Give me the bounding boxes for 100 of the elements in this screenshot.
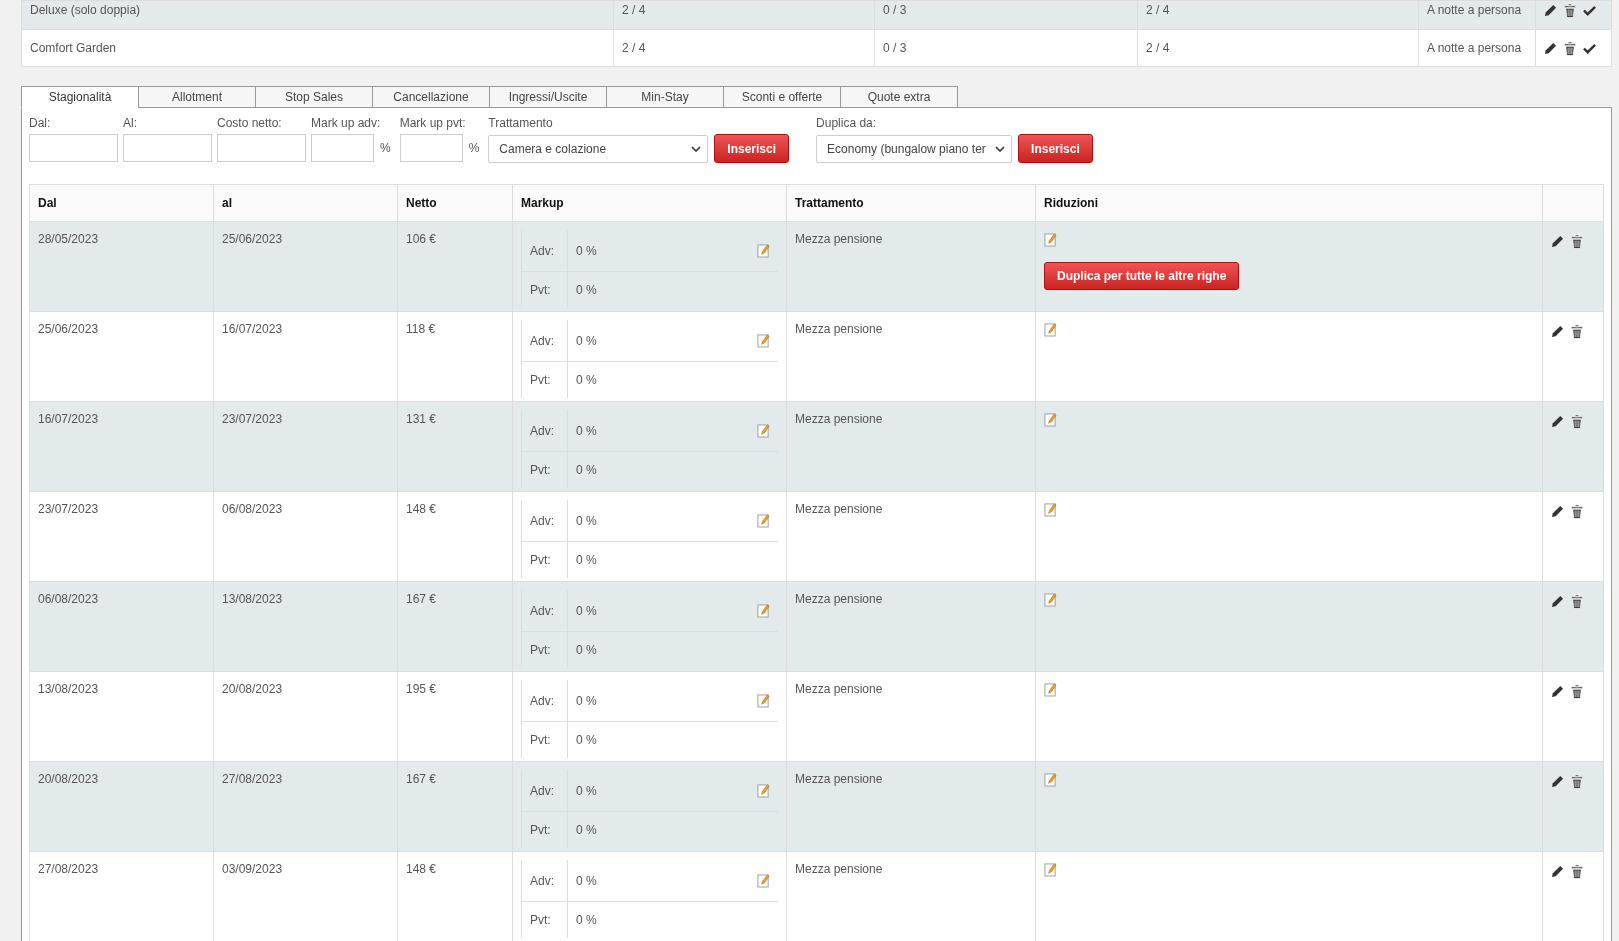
field-label: Trattamento (488, 116, 554, 130)
markup-value: 0 % (575, 423, 598, 438)
markup-label: Pvt: (522, 272, 568, 308)
table-cell: 0 / 3 (883, 3, 907, 17)
markup-value: 0 % (575, 913, 598, 927)
treatment-cell: Mezza pensione (795, 592, 883, 606)
field-label: Mark up pvt: (399, 116, 467, 130)
date-cell: 06/08/2023 (222, 502, 283, 516)
input-field[interactable] (399, 134, 463, 162)
chevron-down-icon (995, 145, 1006, 152)
trash-icon[interactable] (1570, 234, 1584, 250)
pricing-cell: A notte a persona (1427, 41, 1522, 55)
pencil-icon[interactable] (1551, 325, 1564, 339)
check-icon[interactable] (1583, 4, 1596, 18)
markup-value: 0 % (575, 513, 598, 528)
edit-note-icon[interactable] (1044, 322, 1057, 337)
table-cell: 2 / 4 (1146, 3, 1170, 17)
pencil-icon[interactable] (1551, 685, 1564, 699)
edit-note-icon[interactable] (757, 513, 770, 528)
trash-icon[interactable] (1570, 774, 1584, 790)
edit-note-icon[interactable] (757, 603, 770, 618)
price-cell: 148 € (406, 862, 437, 876)
tab[interactable]: Min-Stay (606, 86, 724, 108)
input-field[interactable] (217, 134, 306, 162)
chevron-down-icon (691, 145, 702, 152)
edit-note-icon[interactable] (1044, 682, 1057, 697)
markup-value: 0 % (575, 643, 598, 657)
edit-note-icon[interactable] (757, 243, 770, 258)
edit-note-icon[interactable] (1044, 502, 1057, 517)
trash-icon[interactable] (1563, 40, 1577, 56)
room-name: Deluxe (solo doppia) (30, 3, 141, 17)
date-cell: 20/08/2023 (222, 682, 283, 696)
trash-icon[interactable] (1570, 594, 1584, 610)
markup-value: 0 % (575, 693, 598, 708)
pencil-icon[interactable] (1551, 505, 1564, 519)
edit-note-icon[interactable] (1044, 232, 1057, 247)
table-cell: 0 / 3 (883, 41, 907, 55)
pencil-icon[interactable] (1551, 775, 1564, 789)
pencil-icon[interactable] (1551, 235, 1564, 249)
column-header: Markup (521, 196, 564, 210)
edit-note-icon[interactable] (1044, 772, 1057, 787)
treatment-dropdown[interactable]: Camera e colazione (488, 134, 709, 163)
treatment-cell: Mezza pensione (795, 412, 883, 426)
markup-value: 0 % (575, 373, 598, 387)
markup-label: Pvt: (522, 362, 568, 398)
markup-label: Adv: (522, 320, 568, 361)
trash-icon[interactable] (1570, 684, 1584, 700)
date-cell: 25/06/2023 (38, 322, 99, 336)
treatment-cell: Mezza pensione (795, 322, 883, 336)
pencil-icon[interactable] (1551, 595, 1564, 609)
price-cell: 167 € (406, 772, 437, 786)
edit-note-icon[interactable] (1044, 592, 1057, 607)
insert-button[interactable]: Inserisci (714, 134, 790, 163)
markup-label: Adv: (522, 410, 568, 451)
input-field[interactable] (29, 134, 118, 162)
table-cell: 2 / 4 (622, 3, 646, 17)
tab[interactable]: Cancellazione (372, 86, 490, 108)
price-cell: 118 € (406, 322, 436, 336)
insert-button[interactable]: Inserisci (1018, 134, 1093, 163)
tab[interactable]: Sconti e offerte (723, 86, 841, 108)
duplicate-all-button[interactable]: Duplica per tutte le altre righe (1044, 262, 1240, 290)
price-cell: 148 € (406, 502, 437, 516)
trash-icon[interactable] (1570, 504, 1584, 520)
tab[interactable]: Stop Sales (255, 86, 373, 108)
check-icon[interactable] (1583, 41, 1596, 55)
treatment-cell: Mezza pensione (795, 502, 883, 516)
field-label: Dal: (29, 116, 52, 130)
column-header: al (222, 196, 232, 210)
edit-note-icon[interactable] (757, 333, 770, 348)
date-cell: 16/07/2023 (222, 322, 283, 336)
trash-icon[interactable] (1570, 324, 1584, 340)
edit-note-icon[interactable] (1044, 862, 1057, 877)
edit-note-icon[interactable] (757, 783, 770, 798)
trash-icon[interactable] (1570, 864, 1584, 880)
date-cell: 13/08/2023 (222, 592, 283, 606)
tab[interactable]: Allotment (138, 86, 256, 108)
pencil-icon[interactable] (1551, 865, 1564, 879)
edit-note-icon[interactable] (1044, 412, 1057, 427)
duplicate-dropdown[interactable]: Economy (bungalow piano ter (816, 134, 1013, 163)
date-cell: 23/07/2023 (222, 412, 283, 426)
tab[interactable]: Quote extra (840, 86, 958, 108)
field-label: Mark up adv: (311, 116, 382, 130)
trash-icon[interactable] (1570, 414, 1584, 430)
pencil-icon[interactable] (1544, 4, 1557, 18)
input-field[interactable] (311, 134, 374, 162)
input-field[interactable] (123, 134, 212, 162)
tab[interactable]: Stagionalità (21, 86, 139, 108)
percent-label: % (380, 141, 391, 155)
date-cell: 13/08/2023 (38, 682, 99, 696)
edit-note-icon[interactable] (757, 693, 770, 708)
edit-note-icon[interactable] (757, 873, 770, 888)
tab[interactable]: Ingressi/Uscite (489, 86, 607, 108)
edit-note-icon[interactable] (757, 423, 770, 438)
trash-icon[interactable] (1563, 3, 1577, 19)
markup-value: 0 % (575, 783, 598, 798)
room-name: Comfort Garden (30, 41, 117, 55)
markup-label: Pvt: (522, 812, 568, 848)
pencil-icon[interactable] (1551, 415, 1564, 429)
table-cell: 2 / 4 (1146, 41, 1170, 55)
pencil-icon[interactable] (1544, 41, 1557, 55)
